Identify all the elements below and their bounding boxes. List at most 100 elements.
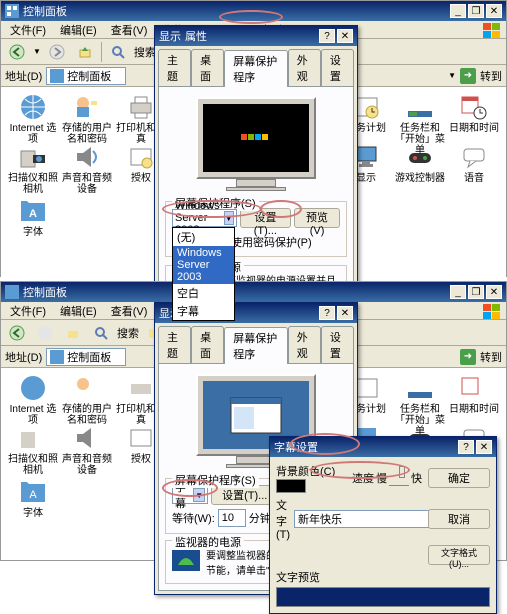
monitor-preview [191, 97, 321, 197]
screensaver-combo[interactable]: 字幕 ▼ [172, 486, 208, 504]
cpl-stored-passwords[interactable]: 存储的用户名和密码 [61, 374, 113, 426]
search-label: 搜索 [134, 44, 156, 60]
dialog-title-prefix: 显示 [159, 28, 181, 44]
screensaver-combo[interactable]: Windows Server 2003 ▼ (无) Windows Server… [172, 209, 237, 227]
option-blank[interactable]: 空白 [173, 284, 234, 302]
maximize-button[interactable]: ❐ [468, 4, 484, 18]
bgcolor-label: 背景颜色(C) [276, 466, 335, 478]
option-marquee[interactable]: 字幕 [173, 302, 234, 320]
window-title: 控制面板 [23, 3, 67, 19]
menu-file[interactable]: 文件(F) [5, 302, 51, 320]
menu-view[interactable]: 查看(V) [106, 302, 153, 320]
search-button[interactable] [89, 322, 113, 344]
dialog-close-button[interactable]: ✕ [476, 440, 492, 454]
window-title: 控制面板 [23, 284, 67, 300]
tab-screensaver[interactable]: 屏幕保护程序 [224, 327, 287, 364]
minimize-button[interactable]: _ [450, 4, 466, 18]
cpl-speech[interactable]: 语音 [448, 143, 500, 184]
tab-screensaver[interactable]: 屏幕保护程序 [224, 50, 287, 87]
cpl-scanners-cameras[interactable]: 扫描仪和照相机 [7, 143, 59, 195]
menu-edit[interactable]: 编辑(E) [55, 302, 102, 320]
go-button[interactable]: ➜ [460, 349, 476, 365]
minutes-label: 分钟 [249, 510, 271, 526]
search-icon [111, 45, 125, 59]
address-field[interactable]: 控制面板 [46, 348, 126, 366]
dialog-help-button[interactable]: ? [458, 440, 474, 454]
titlebar: 控制面板 _ ❐ ✕ [1, 282, 506, 302]
menu-file[interactable]: 文件(F) [5, 21, 51, 39]
forward-button[interactable] [33, 322, 57, 344]
option-winserver[interactable]: Windows Server 2003 [173, 246, 234, 284]
control-panel-icon [50, 350, 64, 364]
text-label: 文字(T) [276, 497, 290, 541]
text-input[interactable] [294, 510, 444, 528]
minimize-button[interactable]: _ [450, 285, 466, 299]
dialog-titlebar: 显示 属性 ?✕ [155, 26, 357, 46]
cpl-sounds-audio[interactable]: 声音和音频设备 [61, 143, 113, 195]
dialog-close-button[interactable]: ✕ [337, 306, 353, 320]
tab-strip: 主题 桌面 屏幕保护程序 外观 设置 [155, 323, 357, 363]
back-button[interactable] [5, 322, 29, 344]
address-label: 地址(D) [5, 349, 42, 365]
tab-settings[interactable]: 设置 [321, 326, 354, 363]
cpl-internet-options[interactable]: Internet 选项 [7, 93, 59, 145]
control-panel-window-bottom: 控制面板 _ ❐ ✕ 文件(F) 编辑(E) 查看(V) 收藏(A) 工具(T)… [0, 281, 507, 561]
cpl-date-time[interactable]: 日期和时间 [448, 93, 500, 134]
power-group-title: 监视器的电源 [172, 534, 244, 550]
go-button[interactable]: ➜ [460, 68, 476, 84]
dialog-title: 属性 [185, 28, 207, 44]
slow-label: 慢 [376, 470, 387, 486]
cpl-fonts[interactable]: A字体 [7, 478, 59, 519]
cpl-scanners-cameras[interactable]: 扫描仪和照相机 [7, 424, 59, 476]
close-button[interactable]: ✕ [486, 4, 502, 18]
windows-logo-icon [482, 303, 502, 319]
dialog-help-button[interactable]: ? [319, 306, 335, 320]
control-panel-icon [5, 4, 19, 18]
control-panel-icon [5, 285, 19, 299]
tab-desktop[interactable]: 桌面 [191, 49, 224, 86]
settings-button[interactable]: 设置(T)... [240, 208, 291, 228]
cpl-date-time[interactable]: 日期和时间 [448, 374, 500, 415]
dialog-title: 字幕设置 [274, 439, 318, 455]
maximize-button[interactable]: ❐ [468, 285, 484, 299]
cpl-stored-passwords[interactable]: 存储的用户名和密码 [61, 93, 113, 145]
tab-themes[interactable]: 主题 [158, 326, 191, 363]
windows-logo-icon [241, 134, 271, 142]
screensaver-group-title: 屏幕保护程序(S) [172, 472, 259, 488]
bgcolor-swatch[interactable] [276, 479, 306, 493]
wait-input[interactable] [218, 509, 246, 527]
titlebar: 控制面板 _ ❐ ✕ [1, 1, 506, 21]
cpl-sounds-audio[interactable]: 声音和音频设备 [61, 424, 113, 476]
control-panel-icon [50, 69, 64, 83]
cancel-button[interactable]: 取消 [428, 509, 490, 529]
tab-appearance[interactable]: 外观 [288, 49, 321, 86]
address-label: 地址(D) [5, 68, 42, 84]
up-button[interactable] [73, 41, 97, 63]
up-button[interactable] [61, 322, 85, 344]
preview-button[interactable]: 预览(V) [294, 208, 340, 228]
cpl-internet-options[interactable]: Internet 选项 [7, 374, 59, 426]
tab-appearance[interactable]: 外观 [288, 326, 321, 363]
format-button[interactable]: 文字格式(U)... [428, 545, 490, 565]
address-field[interactable]: 控制面板 [46, 67, 126, 85]
cpl-fonts[interactable]: A字体 [7, 197, 59, 238]
menu-view[interactable]: 查看(V) [106, 21, 153, 39]
preview-box [276, 587, 490, 607]
address-value: 控制面板 [67, 349, 111, 365]
back-button[interactable] [5, 41, 29, 63]
close-button[interactable]: ✕ [486, 285, 502, 299]
fast-label: 快 [411, 470, 422, 486]
speed-slider[interactable] [389, 470, 409, 486]
dialog-help-button[interactable]: ? [319, 29, 335, 43]
address-value: 控制面板 [67, 68, 111, 84]
option-none[interactable]: (无) [173, 228, 234, 246]
search-button[interactable] [106, 41, 130, 63]
forward-button[interactable] [45, 41, 69, 63]
tab-desktop[interactable]: 桌面 [191, 326, 224, 363]
ok-button[interactable]: 确定 [428, 468, 490, 488]
tab-themes[interactable]: 主题 [158, 49, 191, 86]
dialog-close-button[interactable]: ✕ [337, 29, 353, 43]
menu-edit[interactable]: 编辑(E) [55, 21, 102, 39]
tab-settings[interactable]: 设置 [321, 49, 354, 86]
cpl-game-controllers[interactable]: 游戏控制器 [394, 143, 446, 184]
